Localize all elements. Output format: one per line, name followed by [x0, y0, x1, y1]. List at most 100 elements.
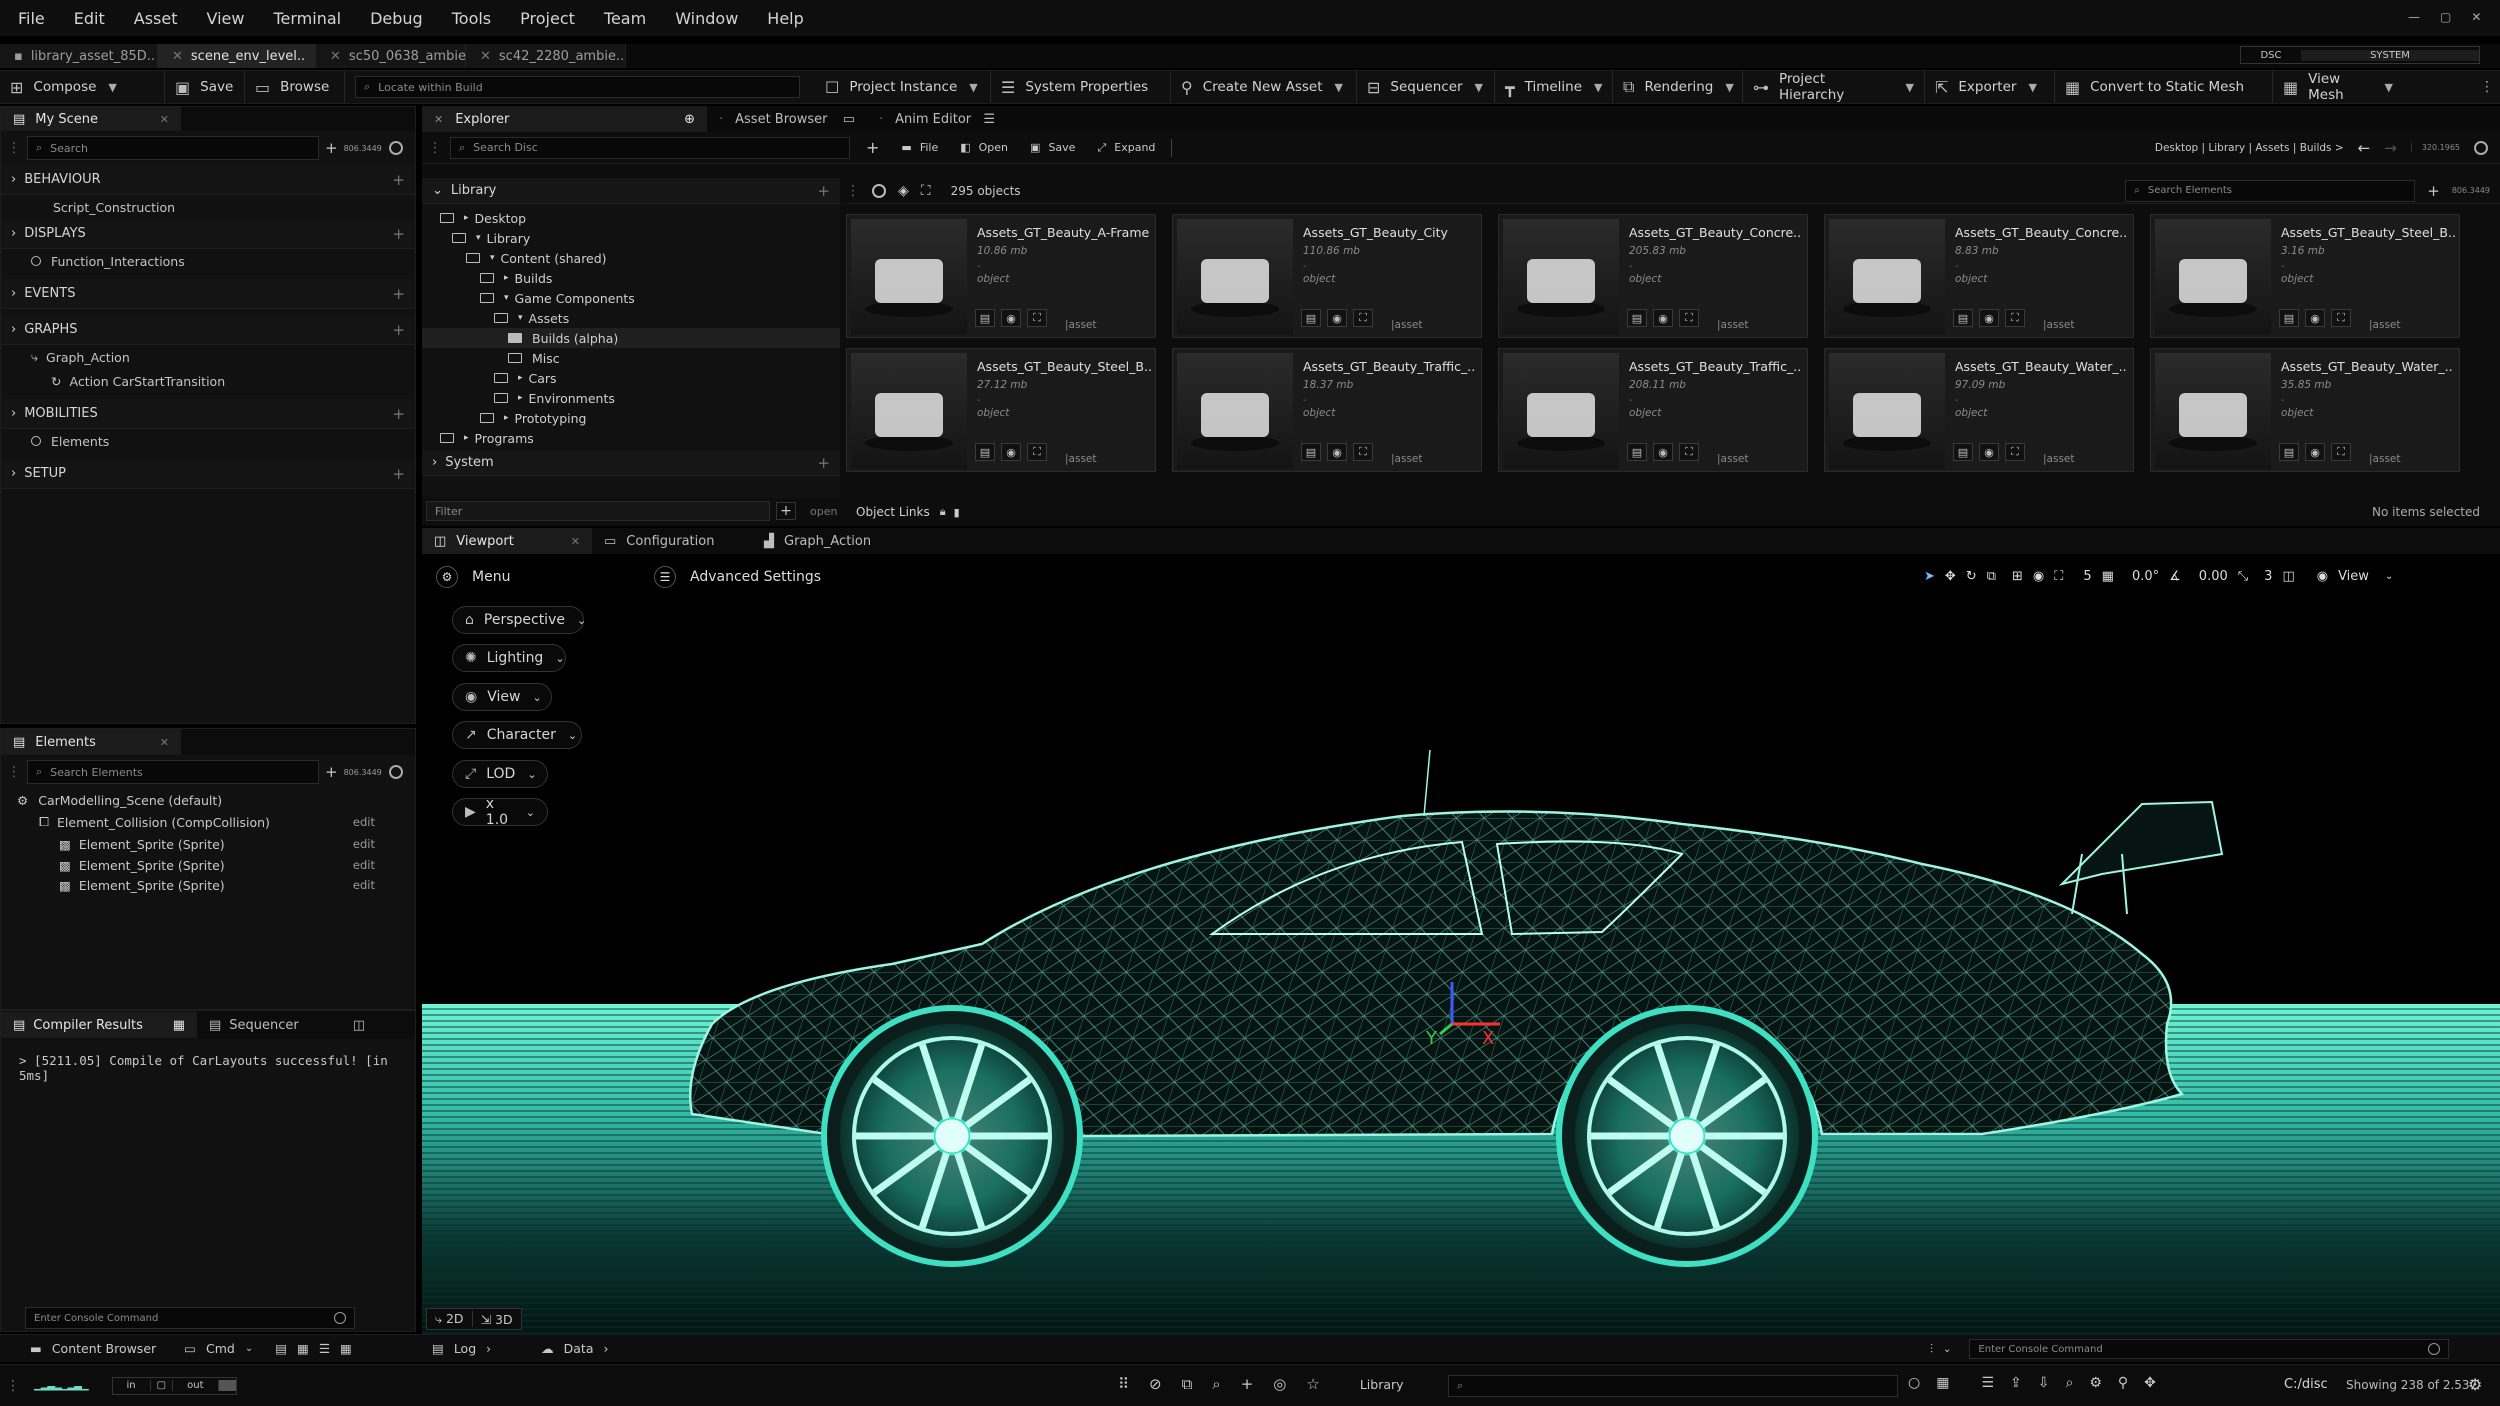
move-icon[interactable]: ✥ — [2144, 1375, 2156, 1391]
close-icon[interactable]: ✕ — [2471, 10, 2481, 24]
arrow-left-icon[interactable]: ← — [2358, 139, 2371, 157]
menu-edit[interactable]: Edit — [74, 9, 105, 28]
asset-card[interactable]: Assets_GT_Beauty_Steel_B.. 3.16 mb - object… — [2150, 214, 2460, 338]
cmd-dropdown[interactable]: Cmd — [206, 1341, 235, 1356]
system-properties-button[interactable]: ☰ System Properties — [991, 71, 1171, 103]
eye-icon[interactable]: ◉ — [1327, 309, 1347, 327]
refresh-icon[interactable] — [2474, 140, 2488, 155]
elements-search-input[interactable]: ⌕ Search Elements — [27, 760, 319, 784]
browse-button[interactable]: ▭ Browse — [245, 71, 345, 103]
list-icon[interactable]: ☰ — [319, 1341, 330, 1356]
edit-link[interactable]: edit — [353, 858, 375, 872]
search-icon[interactable]: ⌕ — [2065, 1375, 2073, 1391]
focus-icon[interactable]: ⛶ — [1679, 309, 1699, 327]
scale-snap-icon[interactable]: ⤡ — [2238, 569, 2248, 584]
scale-icon[interactable]: ⧉ — [1987, 569, 1996, 584]
eye-icon[interactable]: ◉ — [1653, 443, 1673, 461]
eye-icon[interactable]: ◉ — [1327, 443, 1347, 461]
exporter-button[interactable]: ⇱ Exporter ▼ — [1925, 71, 2055, 103]
tree-root[interactable]: ⚙ CarModelling_Scene (default) — [1, 789, 415, 811]
tab-compiler-results[interactable]: ▤ Compiler Results ▦ — [1, 1012, 197, 1038]
square-icon[interactable]: ▢ — [151, 1380, 174, 1391]
asset-card[interactable]: Assets_GT_Beauty_Traffic_.. 18.37 mb - obje… — [1172, 348, 1482, 472]
doc-tab-active[interactable]: ✕ scene_env_level.. — [158, 44, 316, 68]
maximize-icon[interactable]: ▢ — [2440, 10, 2451, 24]
add-icon[interactable]: + — [392, 405, 405, 423]
character-dropdown[interactable]: ↗ Character ⌄ — [452, 721, 582, 749]
asset-card[interactable]: Assets_GT_Beauty_Water_.. 97.09 mb - object… — [1824, 348, 2134, 472]
doc-tab[interactable]: ✕ sc50_0638_ambie.. — [316, 44, 474, 68]
asset-card[interactable]: Assets_GT_Beauty_Water_.. 35.85 mb - object… — [2150, 348, 2460, 472]
mode-system[interactable]: SYSTEM — [2301, 49, 2479, 61]
settings-icon[interactable] — [2428, 1343, 2441, 1355]
filter-input[interactable]: Filter — [426, 501, 770, 521]
asset-card[interactable]: Assets_GT_Beauty_Concre.. 205.83 mb - objec… — [1498, 214, 1808, 338]
tree-item[interactable]: ▸ Cars — [422, 368, 840, 388]
section-setup[interactable]: › SETUP + — [1, 459, 415, 489]
tree-item[interactable]: ▾ Game Components — [422, 288, 840, 308]
eye-icon[interactable]: ◉ — [1653, 309, 1673, 327]
filter-open-button[interactable]: open — [810, 505, 837, 518]
focus-icon[interactable]: ⛶ — [2005, 309, 2025, 327]
tab-viewport[interactable]: ◫ Viewport ✕ — [422, 528, 592, 554]
close-icon[interactable]: ✕ — [571, 535, 580, 548]
star-icon[interactable]: ☆ — [1306, 1375, 1319, 1393]
expand-button[interactable]: ⤢ Expand — [1097, 141, 1155, 155]
tree-item[interactable]: ▸ Programs — [422, 428, 840, 448]
arrow-right-icon[interactable]: → — [2384, 139, 2397, 157]
table-icon[interactable]: ▦ — [1936, 1375, 1949, 1391]
lod-dropdown[interactable]: ⤢ LOD ⌄ — [452, 760, 548, 788]
timeline-button[interactable]: ┳ Timeline ▼ — [1495, 71, 1613, 103]
section-graphs[interactable]: › GRAPHS + — [1, 315, 415, 345]
map-icon[interactable]: ▤ — [1953, 443, 1973, 461]
out-button[interactable]: out — [173, 1380, 219, 1391]
breadcrumb-path[interactable]: Desktop | Library | Assets | Builds > — [2155, 142, 2344, 154]
add-icon[interactable]: + — [392, 171, 405, 189]
frame-icon[interactable]: ⛶ — [921, 183, 931, 199]
rendering-button[interactable]: ⧉ Rendering ▼ — [1613, 71, 1743, 103]
tree-item[interactable]: ▸ Builds — [422, 268, 840, 288]
menu-team[interactable]: Team — [604, 9, 646, 28]
add-icon[interactable]: + — [392, 321, 405, 339]
camera-speed-value[interactable]: 3 — [2264, 569, 2272, 584]
library-header[interactable]: ⌄ Library + — [422, 178, 840, 204]
tree-item[interactable]: ▾ Library — [422, 228, 840, 248]
add-icon[interactable]: + — [1241, 1375, 1254, 1393]
focus-icon[interactable]: ⛶ — [1679, 443, 1699, 461]
close-icon[interactable]: ✕ — [160, 736, 169, 749]
lighting-dropdown[interactable]: ✺ Lighting ⌄ — [452, 644, 566, 672]
tree-item[interactable]: ▾ Content (shared) — [422, 248, 840, 268]
list-item[interactable]: Script_Construction — [1, 195, 415, 219]
rotate-icon[interactable]: ↻ — [1966, 569, 1977, 584]
dots-grid-icon[interactable]: ⠿ — [1118, 1375, 1129, 1393]
lock-icon[interactable]: 🔒︎ — [940, 505, 946, 519]
edit-link[interactable]: edit — [353, 878, 375, 892]
sync-icon[interactable] — [872, 183, 886, 198]
layers-icon[interactable]: ⧉ — [1182, 1375, 1193, 1393]
download-icon[interactable]: ⇩ — [2038, 1375, 2050, 1391]
convert-static-mesh-button[interactable]: ▦ Convert to Static Mesh — [2055, 71, 2273, 103]
view-dropdown[interactable]: ◉ View ⌄ — [452, 683, 552, 711]
focus-icon[interactable]: ⛶ — [2331, 443, 2351, 461]
menu-project[interactable]: Project — [520, 9, 575, 28]
menu-asset[interactable]: Asset — [134, 9, 178, 28]
asset-card[interactable]: Assets_GT_Beauty_City 110.86 mb - object ▤ ◉ ⛶… — [1172, 214, 1482, 338]
map-icon[interactable]: ▤ — [1627, 309, 1647, 327]
menu-file[interactable]: File — [18, 9, 45, 28]
menu-help[interactable]: Help — [767, 9, 803, 28]
menu-window[interactable]: Window — [675, 9, 738, 28]
target-icon[interactable]: ◎ — [1273, 1375, 1286, 1393]
create-new-asset-button[interactable]: ⚲ Create New Asset ▼ — [1171, 71, 1357, 103]
gear-icon[interactable]: ⚙ — [2089, 1375, 2102, 1391]
section-events[interactable]: › EVENTS + — [1, 279, 415, 309]
focus-icon[interactable]: ⛶ — [2054, 569, 2063, 584]
edit-link[interactable]: edit — [353, 837, 375, 851]
advanced-settings-button[interactable]: ☰ Advanced Settings — [654, 566, 821, 588]
focus-icon[interactable]: ⛶ — [2331, 309, 2351, 327]
chevron-down-icon[interactable]: ⌄ — [1943, 1344, 1951, 1355]
refresh-icon[interactable] — [389, 765, 403, 779]
filter-icon[interactable]: ⫶ — [1930, 1342, 1933, 1357]
eye-icon[interactable]: ◉ — [2317, 569, 2328, 584]
tab-asset-browser[interactable]: · Asset Browser ▭ — [707, 106, 867, 132]
sequencer-button[interactable]: ⊟ Sequencer ▼ — [1357, 71, 1495, 103]
